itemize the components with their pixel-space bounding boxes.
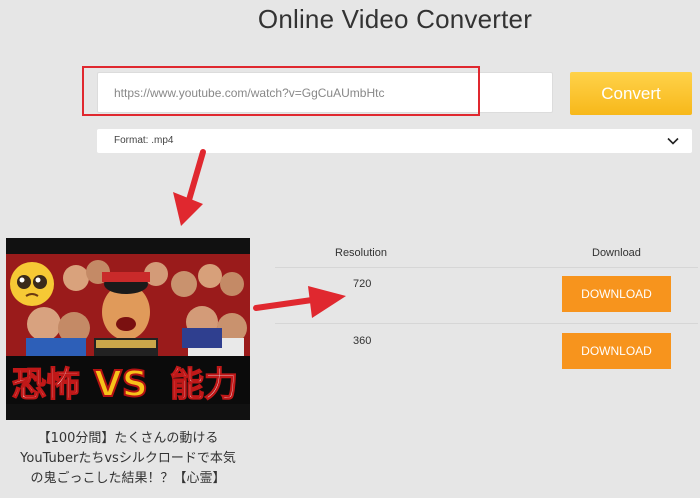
convert-button[interactable]: Convert	[570, 72, 692, 115]
format-select[interactable]: Format: .mp4	[97, 129, 692, 153]
resolution-column-header: Resolution	[335, 247, 387, 259]
table-row: 720 DOWNLOAD	[275, 268, 698, 324]
video-title: 【100分間】たくさんの動ける YouTuberたちvsシルクロードで本気 の鬼…	[0, 429, 256, 489]
chevron-down-icon	[667, 137, 679, 145]
video-thumbnail[interactable]: 恐怖 VS 能力	[6, 238, 250, 420]
thumbnail-text-right: 能力	[170, 365, 238, 405]
thumbnail-text-vs: VS	[94, 364, 148, 405]
format-label: Format: .mp4	[114, 135, 174, 146]
download-button-720[interactable]: DOWNLOAD	[562, 276, 671, 312]
resolution-value: 360	[353, 335, 372, 347]
url-input[interactable]	[97, 72, 553, 113]
pleading-emoji-icon	[10, 262, 54, 306]
download-button-360[interactable]: DOWNLOAD	[562, 333, 671, 369]
table-row: 360 DOWNLOAD	[275, 325, 698, 380]
video-title-line: 【100分間】たくさんの動ける	[37, 431, 219, 446]
thumbnail-art: 恐怖 VS 能力	[6, 238, 250, 420]
thumbnail-text-left: 恐怖	[12, 365, 80, 405]
results-table-header: Resolution Download	[275, 241, 698, 268]
resolution-value: 720	[353, 278, 372, 290]
video-title-line: の鬼ごっこした結果！？【心霊】	[30, 471, 226, 486]
annotation-arrow-down	[173, 149, 206, 226]
video-title-line: YouTuberたちvsシルクロードで本気	[20, 451, 236, 466]
page-title: Online Video Converter	[257, 4, 533, 34]
download-column-header: Download	[592, 247, 641, 259]
